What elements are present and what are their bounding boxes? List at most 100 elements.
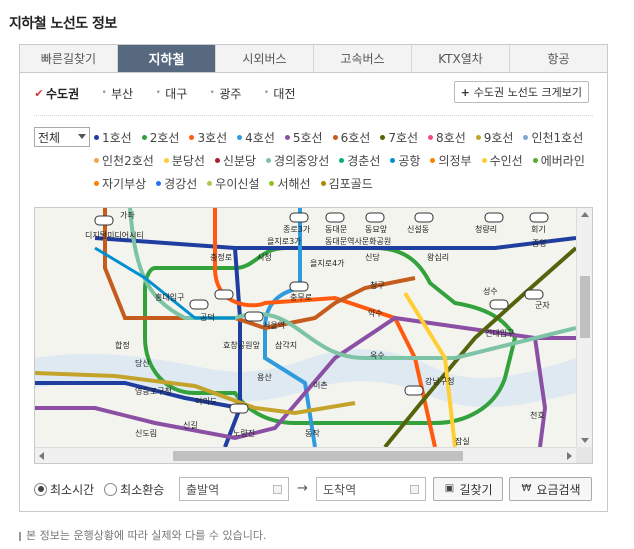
region-busan[interactable]: • 부산 — [99, 85, 133, 102]
station-dongdaemun — [325, 212, 345, 223]
line-filter-value: 전체 — [38, 130, 61, 145]
arrival-station-field[interactable]: 도착역 — [316, 477, 426, 501]
arrow-down-icon[interactable] — [581, 438, 589, 443]
line-label: 9호선 — [483, 130, 514, 145]
arrow-up-icon[interactable] — [581, 212, 589, 217]
line-filter-item[interactable]: 2호선 — [141, 127, 180, 147]
line-label: 공항 — [398, 153, 421, 168]
line-label: 인천1호선 — [531, 130, 584, 145]
fare-search-button[interactable]: ₩ 요금검색 — [509, 477, 592, 501]
line-filter-item[interactable]: 자기부상 — [94, 173, 146, 193]
line-filter-item[interactable]: 3호선 — [189, 127, 227, 147]
arrow-right-icon[interactable] — [567, 452, 572, 460]
station-label-yaksu: 약수 — [368, 308, 383, 318]
region-daejeon[interactable]: • 대전 — [261, 85, 296, 102]
tab-ktx[interactable]: KTX열차 — [412, 45, 510, 72]
station-label-jongno3: 종로3가 — [283, 225, 311, 234]
station-yeouido — [229, 403, 249, 414]
line-filter-item[interactable]: 김포골드 — [320, 173, 373, 193]
line-color-dot-icon — [94, 134, 99, 140]
tab-air[interactable]: 항공 — [510, 45, 607, 72]
region-daegu[interactable]: • 대구 — [153, 85, 188, 102]
scrollbar-thumb[interactable] — [173, 451, 463, 461]
station-label-konkuk: 건대입구 — [485, 328, 514, 338]
line-label: 인천2호선 — [102, 153, 154, 168]
line-filter-item[interactable]: 인천1호선 — [523, 127, 583, 147]
station-label-dongdaemun: 동대문 — [325, 225, 347, 234]
station-label-wangsimni: 왕십리 — [427, 253, 449, 262]
station-label-gongdeok: 공덕 — [200, 312, 215, 322]
line-filter-select[interactable]: 전체 — [34, 127, 90, 147]
line-filter-item[interactable]: 공항 — [390, 150, 420, 170]
line-filter-item[interactable]: 서해선 — [269, 173, 311, 193]
tab-express-bus[interactable]: 고속버스 — [314, 45, 412, 72]
station-label-ichon: 이촌 — [313, 380, 328, 390]
line-filter-item[interactable]: 4호선 — [237, 127, 275, 147]
map-horizontal-scrollbar[interactable] — [35, 447, 576, 463]
line-label: 에버라인 — [540, 153, 585, 168]
line-label: 수인선 — [489, 153, 523, 168]
scrollbar-thumb[interactable] — [580, 276, 590, 338]
page-title: 지하철 노선도 정보 — [9, 16, 117, 32]
subway-map[interactable]: 종로3가 동대문 동묘앞 신설동 청량리 회기 가좌 디지털미디어시티 을지로3… — [34, 207, 593, 464]
arrow-left-icon[interactable] — [39, 452, 44, 460]
departure-station-field[interactable]: 출발역 — [179, 477, 289, 501]
line-label: 신분당 — [222, 153, 257, 168]
station-label-gunja: 군자 — [535, 301, 550, 310]
line-color-dot-icon — [481, 157, 487, 163]
region-label: 부산 — [111, 86, 134, 101]
station-hongdae — [189, 299, 209, 310]
line-filter-item[interactable]: 경의중앙선 — [266, 150, 329, 170]
station-label-sindorim: 신도림 — [135, 428, 157, 438]
tab-quick-route[interactable]: 빠른길찾기 — [20, 45, 118, 72]
line-filter-item[interactable]: 경춘선 — [339, 150, 380, 170]
enlarge-map-button[interactable]: + 수도권 노선도 크게보기 — [453, 81, 589, 103]
line-filter-item[interactable]: 8호선 — [428, 127, 466, 147]
station-label-sindang: 신당 — [365, 252, 380, 262]
enlarge-map-label: 수도권 노선도 크게보기 — [473, 86, 582, 99]
radio-min-time[interactable]: 최소시간 — [34, 481, 94, 498]
station-picker-icon[interactable] — [273, 485, 282, 494]
tab-subway[interactable]: 지하철 — [118, 45, 216, 72]
line-color-dot-icon — [339, 157, 345, 163]
station-label-gajwa: 가좌 — [120, 211, 135, 220]
line-filter-item[interactable]: 9호선 — [475, 127, 514, 147]
subway-panel: 빠른길찾기 지하철 시외버스 고속버스 KTX열차 항공 ✔ 수도권 • 부산 • 대… — [19, 44, 608, 512]
line-color-dot-icon — [532, 157, 538, 163]
line-label: 우이신설 — [215, 176, 260, 191]
line-filter-item[interactable]: 에버라인 — [532, 150, 585, 170]
line-filter-item[interactable]: 신분당 — [214, 150, 257, 170]
line-filter-item[interactable]: 우이신설 — [207, 173, 259, 193]
line-filter-item[interactable]: 6호선 — [332, 127, 370, 147]
bullet-icon: • — [209, 88, 215, 98]
station-picker-icon[interactable] — [410, 485, 419, 494]
station-label-cheongnyangni: 청량리 — [475, 224, 497, 234]
line-filter-item[interactable]: 경강선 — [156, 173, 197, 193]
radio-min-transfer[interactable]: 최소환승 — [104, 481, 164, 498]
line-filter-item[interactable]: 7호선 — [380, 127, 418, 147]
line-label: 2호선 — [149, 130, 180, 145]
region-gwangju[interactable]: • 광주 — [207, 85, 242, 102]
line-label: 분당선 — [171, 153, 205, 168]
tab-intercity-bus[interactable]: 시외버스 — [216, 45, 314, 72]
map-vertical-scrollbar[interactable] — [576, 208, 592, 447]
line-label: 의정부 — [438, 153, 472, 168]
station-gangnamgu — [404, 385, 424, 396]
line-filter-item[interactable]: 1호선 — [94, 127, 132, 147]
line-color-dot-icon — [266, 157, 272, 163]
station-chungmuro — [289, 281, 309, 292]
line-label: 3호선 — [197, 130, 228, 145]
station-label-dangsan: 당산 — [135, 358, 150, 368]
line-filter-item[interactable]: 5호선 — [284, 127, 323, 147]
line-filter-item[interactable]: 수인선 — [481, 150, 523, 170]
line-filter-item[interactable]: 인천2호선 — [94, 150, 154, 170]
station-label-singil: 신길 — [183, 421, 198, 430]
line-color-dot-icon — [332, 134, 338, 140]
station-label-dongjak: 동작 — [305, 428, 320, 438]
line-filter-item[interactable]: 분당선 — [163, 150, 205, 170]
line-filter-item[interactable]: 의정부 — [430, 150, 472, 170]
find-route-button[interactable]: ▣ 길찾기 — [433, 477, 503, 501]
region-capital[interactable]: ✔ 수도권 — [34, 85, 79, 102]
line-label: 4호선 — [245, 130, 275, 145]
line-color-dot-icon — [141, 134, 147, 140]
